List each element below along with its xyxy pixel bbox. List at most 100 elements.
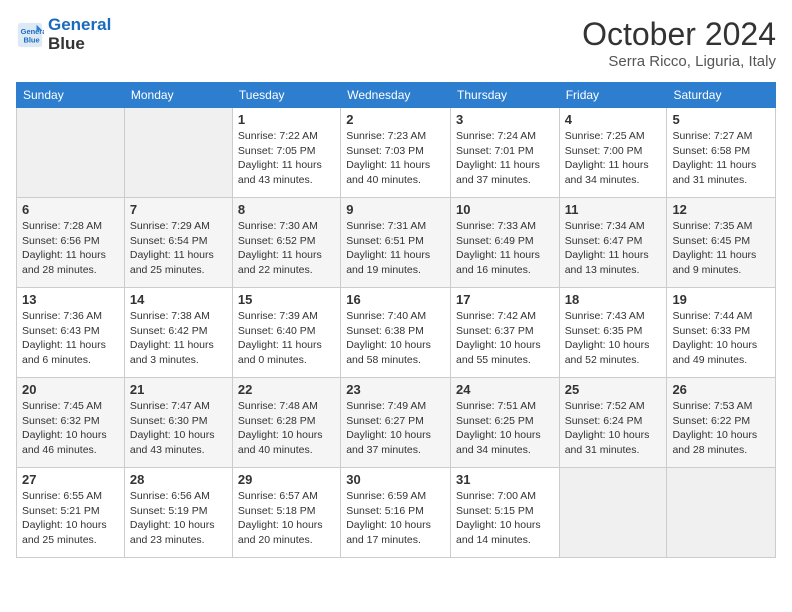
day-number: 2	[346, 112, 445, 127]
calendar-subtitle: Serra Ricco, Liguria, Italy	[582, 53, 776, 70]
day-number: 20	[22, 382, 119, 397]
calendar-cell: 7 Sunrise: 7:29 AMSunset: 6:54 PMDaylight…	[124, 198, 232, 288]
calendar-cell: 17 Sunrise: 7:42 AMSunset: 6:37 PMDayligh…	[451, 288, 560, 378]
day-info: Sunrise: 7:47 AMSunset: 6:30 PMDaylight:…	[130, 399, 227, 458]
day-info: Sunrise: 7:34 AMSunset: 6:47 PMDaylight:…	[565, 219, 662, 278]
calendar-cell: 24 Sunrise: 7:51 AMSunset: 6:25 PMDayligh…	[451, 378, 560, 468]
day-info: Sunrise: 7:33 AMSunset: 6:49 PMDaylight:…	[456, 219, 554, 278]
day-info: Sunrise: 7:40 AMSunset: 6:38 PMDaylight:…	[346, 309, 445, 368]
day-number: 25	[565, 382, 662, 397]
calendar-week-1: 1Sunrise: 7:22 AMSunset: 7:05 PMDaylight…	[17, 108, 776, 198]
day-number: 17	[456, 292, 554, 307]
calendar-cell: 16 Sunrise: 7:40 AMSunset: 6:38 PMDayligh…	[341, 288, 451, 378]
day-number: 3	[456, 112, 554, 127]
day-number: 27	[22, 472, 119, 487]
day-number: 11	[565, 202, 662, 217]
calendar-cell: 26Sunrise: 7:53 AMSunset: 6:22 PMDayligh…	[667, 378, 776, 468]
day-info: Sunrise: 7:23 AMSunset: 7:03 PMDaylight:…	[346, 129, 445, 188]
day-number: 6	[22, 202, 119, 217]
calendar-cell: 6 Sunrise: 7:28 AMSunset: 6:56 PMDaylight…	[17, 198, 125, 288]
calendar-cell	[17, 108, 125, 198]
day-number: 14	[130, 292, 227, 307]
calendar-cell: 14 Sunrise: 7:38 AMSunset: 6:42 PMDayligh…	[124, 288, 232, 378]
day-info: Sunrise: 7:38 AMSunset: 6:42 PMDaylight:…	[130, 309, 227, 368]
day-info: Sunrise: 6:59 AMSunset: 5:16 PMDaylight:…	[346, 489, 445, 548]
weekday-header-monday: Monday	[124, 83, 232, 108]
calendar-cell: 9 Sunrise: 7:31 AMSunset: 6:51 PMDaylight…	[341, 198, 451, 288]
calendar-cell: 19 Sunrise: 7:44 AMSunset: 6:33 PMDayligh…	[667, 288, 776, 378]
day-number: 16	[346, 292, 445, 307]
day-number: 8	[238, 202, 335, 217]
day-number: 7	[130, 202, 227, 217]
weekday-header-tuesday: Tuesday	[232, 83, 340, 108]
calendar-cell: 5 Sunrise: 7:27 AMSunset: 6:58 PMDaylight…	[667, 108, 776, 198]
day-number: 9	[346, 202, 445, 217]
day-number: 21	[130, 382, 227, 397]
weekday-header-thursday: Thursday	[451, 83, 560, 108]
day-number: 31	[456, 472, 554, 487]
day-number: 22	[238, 382, 335, 397]
calendar-cell: 21 Sunrise: 7:47 AMSunset: 6:30 PMDayligh…	[124, 378, 232, 468]
day-info: Sunrise: 7:29 AMSunset: 6:54 PMDaylight:…	[130, 219, 227, 278]
weekday-header-row: SundayMondayTuesdayWednesdayThursdayFrid…	[17, 83, 776, 108]
calendar-cell: 23Sunrise: 7:49 AMSunset: 6:27 PMDayligh…	[341, 378, 451, 468]
day-info: Sunrise: 7:28 AMSunset: 6:56 PMDaylight:…	[22, 219, 119, 278]
day-info: Sunrise: 6:57 AMSunset: 5:18 PMDaylight:…	[238, 489, 335, 548]
calendar-week-4: 20Sunrise: 7:45 AMSunset: 6:32 PMDayligh…	[17, 378, 776, 468]
day-info: Sunrise: 7:31 AMSunset: 6:51 PMDaylight:…	[346, 219, 445, 278]
day-info: Sunrise: 7:51 AMSunset: 6:25 PMDaylight:…	[456, 399, 554, 458]
day-info: Sunrise: 7:39 AMSunset: 6:40 PMDaylight:…	[238, 309, 335, 368]
calendar-title: October 2024	[582, 16, 776, 53]
day-info: Sunrise: 7:36 AMSunset: 6:43 PMDaylight:…	[22, 309, 119, 368]
day-number: 10	[456, 202, 554, 217]
day-number: 29	[238, 472, 335, 487]
day-number: 30	[346, 472, 445, 487]
day-number: 24	[456, 382, 554, 397]
calendar-cell: 22 Sunrise: 7:48 AMSunset: 6:28 PMDayligh…	[232, 378, 340, 468]
day-info: Sunrise: 6:56 AMSunset: 5:19 PMDaylight:…	[130, 489, 227, 548]
day-number: 12	[672, 202, 770, 217]
title-block: October 2024 Serra Ricco, Liguria, Italy	[582, 16, 776, 70]
logo-icon: General Blue	[16, 21, 44, 49]
day-info: Sunrise: 7:30 AMSunset: 6:52 PMDaylight:…	[238, 219, 335, 278]
day-info: Sunrise: 7:44 AMSunset: 6:33 PMDaylight:…	[672, 309, 770, 368]
calendar-week-5: 27 Sunrise: 6:55 AMSunset: 5:21 PMDayligh…	[17, 468, 776, 558]
day-number: 5	[672, 112, 770, 127]
day-number: 13	[22, 292, 119, 307]
day-info: Sunrise: 7:25 AMSunset: 7:00 PMDaylight:…	[565, 129, 662, 188]
calendar-cell: 20Sunrise: 7:45 AMSunset: 6:32 PMDayligh…	[17, 378, 125, 468]
day-info: Sunrise: 6:55 AMSunset: 5:21 PMDaylight:…	[22, 489, 119, 548]
day-number: 19	[672, 292, 770, 307]
calendar-cell	[559, 468, 667, 558]
calendar-cell	[667, 468, 776, 558]
day-info: Sunrise: 7:43 AMSunset: 6:35 PMDaylight:…	[565, 309, 662, 368]
day-number: 28	[130, 472, 227, 487]
day-info: Sunrise: 7:00 AMSunset: 5:15 PMDaylight:…	[456, 489, 554, 548]
weekday-header-wednesday: Wednesday	[341, 83, 451, 108]
calendar-table: SundayMondayTuesdayWednesdayThursdayFrid…	[16, 82, 776, 558]
weekday-header-friday: Friday	[559, 83, 667, 108]
day-info: Sunrise: 7:48 AMSunset: 6:28 PMDaylight:…	[238, 399, 335, 458]
day-info: Sunrise: 7:24 AMSunset: 7:01 PMDaylight:…	[456, 129, 554, 188]
logo: General Blue General Blue	[16, 16, 111, 53]
calendar-cell: 31 Sunrise: 7:00 AMSunset: 5:15 PMDayligh…	[451, 468, 560, 558]
calendar-cell: 15Sunrise: 7:39 AMSunset: 6:40 PMDayligh…	[232, 288, 340, 378]
logo-text-blue: Blue	[48, 34, 85, 53]
calendar-cell: 25 Sunrise: 7:52 AMSunset: 6:24 PMDayligh…	[559, 378, 667, 468]
calendar-cell: 4Sunrise: 7:25 AMSunset: 7:00 PMDaylight…	[559, 108, 667, 198]
calendar-cell: 1Sunrise: 7:22 AMSunset: 7:05 PMDaylight…	[232, 108, 340, 198]
calendar-week-3: 13 Sunrise: 7:36 AMSunset: 6:43 PMDayligh…	[17, 288, 776, 378]
day-number: 18	[565, 292, 662, 307]
logo-text-general: General	[48, 15, 111, 34]
calendar-cell: 18 Sunrise: 7:43 AMSunset: 6:35 PMDayligh…	[559, 288, 667, 378]
day-number: 23	[346, 382, 445, 397]
day-info: Sunrise: 7:53 AMSunset: 6:22 PMDaylight:…	[672, 399, 770, 458]
calendar-cell: 10 Sunrise: 7:33 AMSunset: 6:49 PMDayligh…	[451, 198, 560, 288]
calendar-cell: 3 Sunrise: 7:24 AMSunset: 7:01 PMDaylight…	[451, 108, 560, 198]
svg-text:Blue: Blue	[23, 35, 39, 44]
weekday-header-saturday: Saturday	[667, 83, 776, 108]
day-info: Sunrise: 7:27 AMSunset: 6:58 PMDaylight:…	[672, 129, 770, 188]
day-info: Sunrise: 7:52 AMSunset: 6:24 PMDaylight:…	[565, 399, 662, 458]
page-header: General Blue General Blue October 2024 S…	[16, 16, 776, 70]
day-info: Sunrise: 7:42 AMSunset: 6:37 PMDaylight:…	[456, 309, 554, 368]
